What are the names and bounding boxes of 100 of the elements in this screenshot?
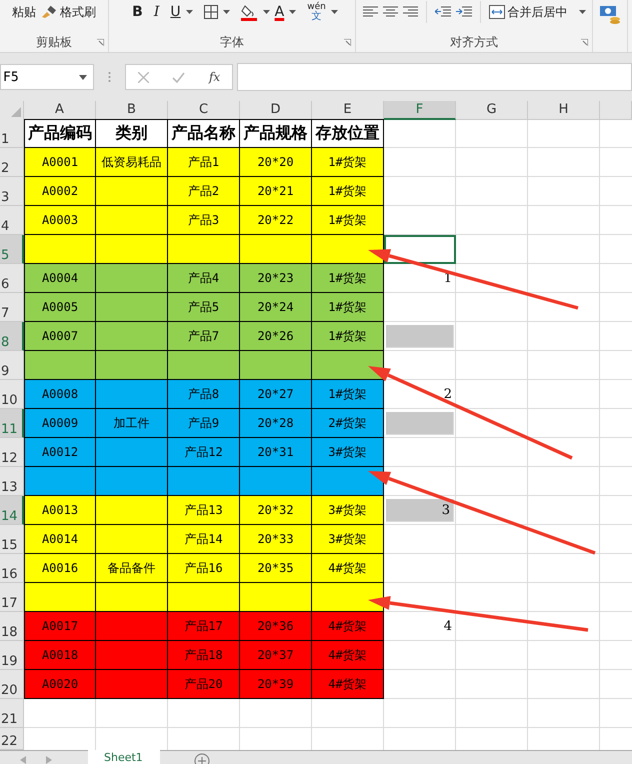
table-cell: 产品17: [168, 612, 240, 641]
format-painter-button[interactable]: 格式刷: [41, 4, 96, 20]
table-cell: 20*32: [240, 496, 312, 525]
row-header[interactable]: 21: [0, 699, 24, 728]
row-header[interactable]: 20: [0, 670, 24, 699]
row-header[interactable]: 19: [0, 641, 24, 670]
align-left-icon[interactable]: [362, 6, 378, 18]
table-cell: 备品备件: [96, 554, 168, 583]
row-header[interactable]: 12: [0, 438, 24, 467]
table-cell: 产品2: [168, 177, 240, 206]
caret-icon[interactable]: [330, 10, 338, 14]
column-header[interactable]: D: [240, 101, 312, 120]
font-color-button[interactable]: A: [274, 4, 284, 20]
row-header[interactable]: 3: [0, 177, 24, 206]
table-cell: 1#货架: [312, 148, 384, 177]
table-cell: 1#货架: [312, 177, 384, 206]
column-title: 产品编码: [24, 119, 96, 148]
merge-center-button[interactable]: 合并后居中: [488, 4, 568, 20]
column-title: 产品名称: [168, 119, 240, 148]
row-header[interactable]: 13: [0, 467, 24, 496]
table-cell: 1#货架: [312, 293, 384, 322]
row-header[interactable]: 10: [0, 380, 24, 409]
table-cell: 4#货架: [312, 641, 384, 670]
align-center-icon[interactable]: [382, 6, 398, 18]
table-cell: A0008: [24, 380, 96, 409]
caret-icon[interactable]: [578, 10, 586, 14]
decrease-indent-icon[interactable]: [434, 6, 450, 18]
table-cell: 1#货架: [312, 380, 384, 409]
row-header[interactable]: 4: [0, 206, 24, 235]
column-header[interactable]: H: [528, 101, 600, 120]
formula-field[interactable]: [237, 63, 632, 91]
currency-icon[interactable]: [599, 4, 621, 24]
column-header[interactable]: A: [24, 101, 96, 120]
table-cell: 20*39: [240, 670, 312, 699]
table-cell: 产品18: [168, 641, 240, 670]
row-header[interactable]: 17: [0, 583, 24, 612]
row-header[interactable]: 1: [0, 119, 24, 148]
group-label: 剪贴板: [36, 34, 72, 51]
insert-function-button[interactable]: fx: [208, 70, 220, 84]
table-cell: 20*21: [240, 177, 312, 206]
row-header[interactable]: 5: [0, 235, 24, 264]
table-cell: 产品3: [168, 206, 240, 235]
row-header[interactable]: 7: [0, 293, 24, 322]
table-cell: 产品8: [168, 380, 240, 409]
row-header[interactable]: 16: [0, 554, 24, 583]
italic-button[interactable]: I: [154, 4, 160, 20]
column-header[interactable]: G: [456, 101, 528, 120]
check-icon[interactable]: [172, 72, 186, 82]
table-cell: A0001: [24, 148, 96, 177]
row-header[interactable]: 11: [0, 409, 24, 438]
table-cell: 3#货架: [312, 525, 384, 554]
column-header[interactable]: E: [312, 101, 384, 120]
table-cell: A0004: [24, 264, 96, 293]
table-cell: 20*37: [240, 641, 312, 670]
bold-button[interactable]: B: [132, 4, 143, 20]
group-label: 字体: [220, 34, 244, 51]
borders-icon[interactable]: [204, 5, 218, 19]
column-header[interactable]: B: [96, 101, 168, 120]
table-cell: 20*27: [240, 380, 312, 409]
caret-icon[interactable]: [79, 74, 87, 80]
brush-icon: [41, 5, 57, 19]
name-box[interactable]: F5: [0, 64, 94, 90]
column-header[interactable]: C: [168, 101, 240, 120]
underline-button[interactable]: U: [170, 4, 181, 20]
table-cell: 20*36: [240, 612, 312, 641]
column-title: 存放位置: [312, 119, 384, 148]
table-cell: A0009: [24, 409, 96, 438]
table-cell: A0017: [24, 612, 96, 641]
row-header[interactable]: 14: [0, 496, 24, 525]
table-cell: A0003: [24, 206, 96, 235]
table-cell: 20*33: [240, 525, 312, 554]
align-right-icon[interactable]: [402, 6, 418, 18]
increase-indent-icon[interactable]: [456, 6, 472, 18]
table-cell: 20*31: [240, 438, 312, 467]
phonetic-button[interactable]: wén 文: [307, 2, 326, 22]
dialog-launcher-icon[interactable]: [97, 39, 104, 46]
caret-icon[interactable]: [262, 10, 270, 14]
row-header[interactable]: 8: [0, 322, 24, 351]
dialog-launcher-icon[interactable]: [344, 39, 351, 46]
caret-icon[interactable]: [289, 10, 296, 14]
group-label: 对齐方式: [450, 34, 498, 51]
row-header[interactable]: 18: [0, 612, 24, 641]
row-header[interactable]: 22: [0, 728, 24, 750]
table-cell: A0012: [24, 438, 96, 467]
table-cell: 产品16: [168, 554, 240, 583]
column-header[interactable]: F: [384, 101, 456, 120]
dialog-launcher-icon[interactable]: [581, 39, 588, 46]
row-header[interactable]: 15: [0, 525, 24, 554]
row-header[interactable]: 2: [0, 148, 24, 177]
table-cell: A0013: [24, 496, 96, 525]
caret-icon[interactable]: [222, 10, 230, 14]
caret-icon[interactable]: [186, 10, 193, 14]
fill-color-icon[interactable]: [240, 4, 258, 20]
table-cell: 4#货架: [312, 612, 384, 641]
table-cell: 1#货架: [312, 322, 384, 351]
paste-button[interactable]: 粘贴: [12, 4, 36, 20]
table-cell: 20*26: [240, 322, 312, 351]
row-header[interactable]: 6: [0, 264, 24, 293]
table-cell: A0005: [24, 293, 96, 322]
row-header[interactable]: 9: [0, 351, 24, 380]
